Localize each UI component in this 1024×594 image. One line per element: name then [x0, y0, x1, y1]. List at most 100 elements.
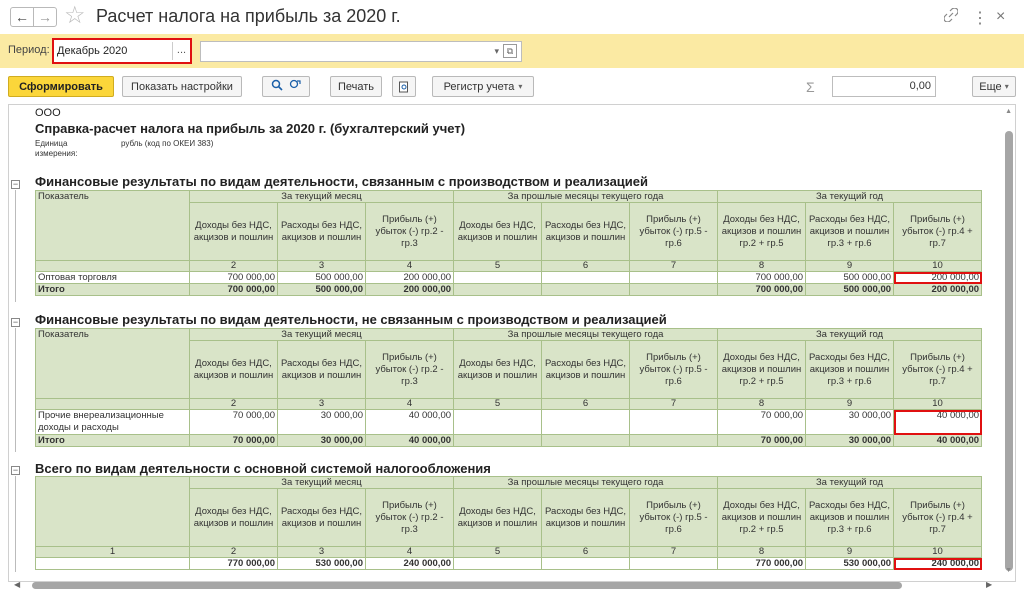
total-value-cell[interactable]: [629, 434, 719, 447]
show-settings-button[interactable]: Показать настройки: [122, 76, 242, 97]
more-vertical-icon[interactable]: ⋮: [972, 8, 988, 28]
find-next-icon[interactable]: [289, 79, 301, 94]
period-select-button[interactable]: ...: [172, 42, 190, 60]
search-icon[interactable]: [271, 79, 283, 94]
value-cell[interactable]: 200 000,00: [893, 271, 983, 284]
header-current-year[interactable]: За текущий год: [717, 328, 983, 341]
chevron-down-icon[interactable]: ▾: [518, 82, 522, 91]
column-number[interactable]: 9: [805, 546, 895, 558]
header-prev-months[interactable]: За прошлые месяцы текущего года: [453, 476, 719, 489]
header-current-month[interactable]: За текущий месяц: [188, 328, 455, 341]
total-value-cell[interactable]: 700 000,00: [717, 283, 807, 296]
total-value-cell[interactable]: 70 000,00: [717, 434, 807, 447]
total-label[interactable]: Итого: [35, 434, 190, 447]
header-income-y[interactable]: Доходы без НДС, акцизов и пошлин гр.2 + …: [717, 202, 807, 261]
value-cell[interactable]: [541, 271, 631, 284]
column-number[interactable]: 3: [277, 546, 366, 558]
column-number[interactable]: 4: [364, 260, 455, 272]
total-row[interactable]: 770 000,00 530 000,00 240 000,00 770 000,00…: [35, 557, 983, 570]
column-number[interactable]: 8: [717, 260, 807, 272]
header-indicator[interactable]: Показатель: [35, 328, 190, 399]
value-cell[interactable]: 70 000,00: [189, 409, 278, 435]
column-number[interactable]: [35, 398, 190, 410]
header-profit-m[interactable]: Прибыль (+) убыток (-) гр.2 - гр.3: [364, 340, 455, 399]
row-label[interactable]: Оптовая торговля: [35, 271, 190, 284]
favorite-star-icon[interactable]: ☆: [64, 3, 86, 29]
value-cell[interactable]: 500 000,00: [277, 271, 366, 284]
header-income[interactable]: Доходы без НДС, акцизов и пошлин: [189, 340, 278, 399]
header-profit-m[interactable]: Прибыль (+) убыток (-) гр.2 - гр.3: [364, 488, 455, 547]
header-current-month[interactable]: За текущий месяц: [188, 190, 455, 203]
total-value-cell[interactable]: 70 000,00: [189, 434, 278, 447]
header-profit-p[interactable]: Прибыль (+) убыток (-) гр.5 - гр.6: [629, 340, 719, 399]
header-expenses-y[interactable]: Расходы без НДС, акцизов и пошлин гр.3 +…: [805, 488, 895, 547]
total-row[interactable]: Итого 70 000,00 30 000,00 40 000,00 70 000,0…: [35, 434, 983, 447]
total-value-cell[interactable]: 30 000,00: [277, 434, 366, 447]
open-icon[interactable]: ⧉: [503, 44, 517, 58]
print-preview-icon[interactable]: [392, 76, 416, 97]
column-number[interactable]: [35, 260, 190, 272]
total-value-cell[interactable]: 240 000,00: [893, 557, 983, 570]
total-value-cell[interactable]: 700 000,00: [189, 283, 278, 296]
value-cell[interactable]: [453, 271, 543, 284]
header-profit-p[interactable]: Прибыль (+) убыток (-) гр.5 - гр.6: [629, 202, 719, 261]
header-prev-months[interactable]: За прошлые месяцы текущего года: [453, 190, 719, 203]
scroll-right-icon[interactable]: ▶: [986, 580, 992, 589]
header-income-y[interactable]: Доходы без НДС, акцизов и пошлин гр.2 + …: [717, 340, 807, 399]
horizontal-scrollbar-thumb[interactable]: [32, 582, 902, 589]
link-icon[interactable]: [943, 7, 959, 27]
value-cell[interactable]: 200 000,00: [364, 271, 455, 284]
header-indicator[interactable]: Показатель: [35, 190, 190, 261]
column-number[interactable]: 5: [453, 398, 543, 410]
total-value-cell[interactable]: 500 000,00: [277, 283, 366, 296]
row-label[interactable]: Прочие внереализационные доходы и расход…: [35, 409, 190, 435]
column-number[interactable]: 6: [541, 260, 631, 272]
column-number[interactable]: 3: [277, 260, 366, 272]
column-number[interactable]: 10: [893, 260, 983, 272]
header-profit-p[interactable]: Прибыль (+) убыток (-) гр.5 - гр.6: [629, 488, 719, 547]
print-button[interactable]: Печать: [330, 76, 382, 97]
total-value-cell[interactable]: 200 000,00: [893, 283, 983, 296]
find-button-group[interactable]: [262, 76, 310, 97]
value-cell[interactable]: 70 000,00: [717, 409, 807, 435]
column-number[interactable]: 9: [805, 260, 895, 272]
total-label[interactable]: [35, 557, 190, 570]
scroll-up-icon[interactable]: ▲: [1005, 108, 1012, 115]
total-value-cell[interactable]: [453, 434, 543, 447]
total-value-cell[interactable]: 530 000,00: [277, 557, 366, 570]
column-number[interactable]: 2: [189, 398, 278, 410]
total-value-cell[interactable]: 240 000,00: [364, 557, 455, 570]
collapse-section-3-icon[interactable]: −: [11, 466, 20, 475]
total-value-cell[interactable]: 30 000,00: [805, 434, 895, 447]
header-expenses[interactable]: Расходы без НДС, акцизов и пошлин: [277, 488, 366, 547]
column-number[interactable]: 3: [277, 398, 366, 410]
header-expenses-y[interactable]: Расходы без НДС, акцизов и пошлин гр.3 +…: [805, 340, 895, 399]
vertical-scrollbar-thumb[interactable]: [1005, 131, 1013, 571]
register-label[interactable]: Регистр учета: [444, 81, 515, 93]
total-value-cell[interactable]: [629, 283, 719, 296]
back-button[interactable]: ←: [10, 7, 34, 27]
total-value-cell[interactable]: 40 000,00: [893, 434, 983, 447]
column-number[interactable]: 10: [893, 546, 983, 558]
total-value-cell[interactable]: 200 000,00: [364, 283, 455, 296]
header-expenses[interactable]: Расходы без НДС, акцизов и пошлин: [277, 202, 366, 261]
header-expenses-y[interactable]: Расходы без НДС, акцизов и пошлин гр.3 +…: [805, 202, 895, 261]
column-number[interactable]: 8: [717, 398, 807, 410]
header-expenses[interactable]: Расходы без НДС, акцизов и пошлин: [277, 340, 366, 399]
column-number[interactable]: 6: [541, 546, 631, 558]
table-row[interactable]: Прочие внереализационные доходы и расход…: [35, 409, 983, 435]
more-menu-button[interactable]: Еще ▾: [972, 76, 1016, 97]
total-value-cell[interactable]: [453, 283, 543, 296]
total-value-cell[interactable]: [541, 283, 631, 296]
sum-field[interactable]: 0,00: [832, 76, 936, 97]
column-number[interactable]: 2: [189, 546, 278, 558]
header-income[interactable]: Доходы без НДС, акцизов и пошлин: [189, 202, 278, 261]
value-cell[interactable]: [453, 409, 543, 435]
more-label[interactable]: Еще: [979, 81, 1001, 93]
period-input[interactable]: Декабрь 2020: [57, 45, 127, 57]
collapse-section-1-icon[interactable]: −: [11, 180, 20, 189]
value-cell[interactable]: 40 000,00: [364, 409, 455, 435]
header-income-p[interactable]: Доходы без НДС, акцизов и пошлин: [453, 340, 543, 399]
chevron-down-icon[interactable]: ▾: [1005, 82, 1009, 91]
value-cell[interactable]: [629, 409, 719, 435]
